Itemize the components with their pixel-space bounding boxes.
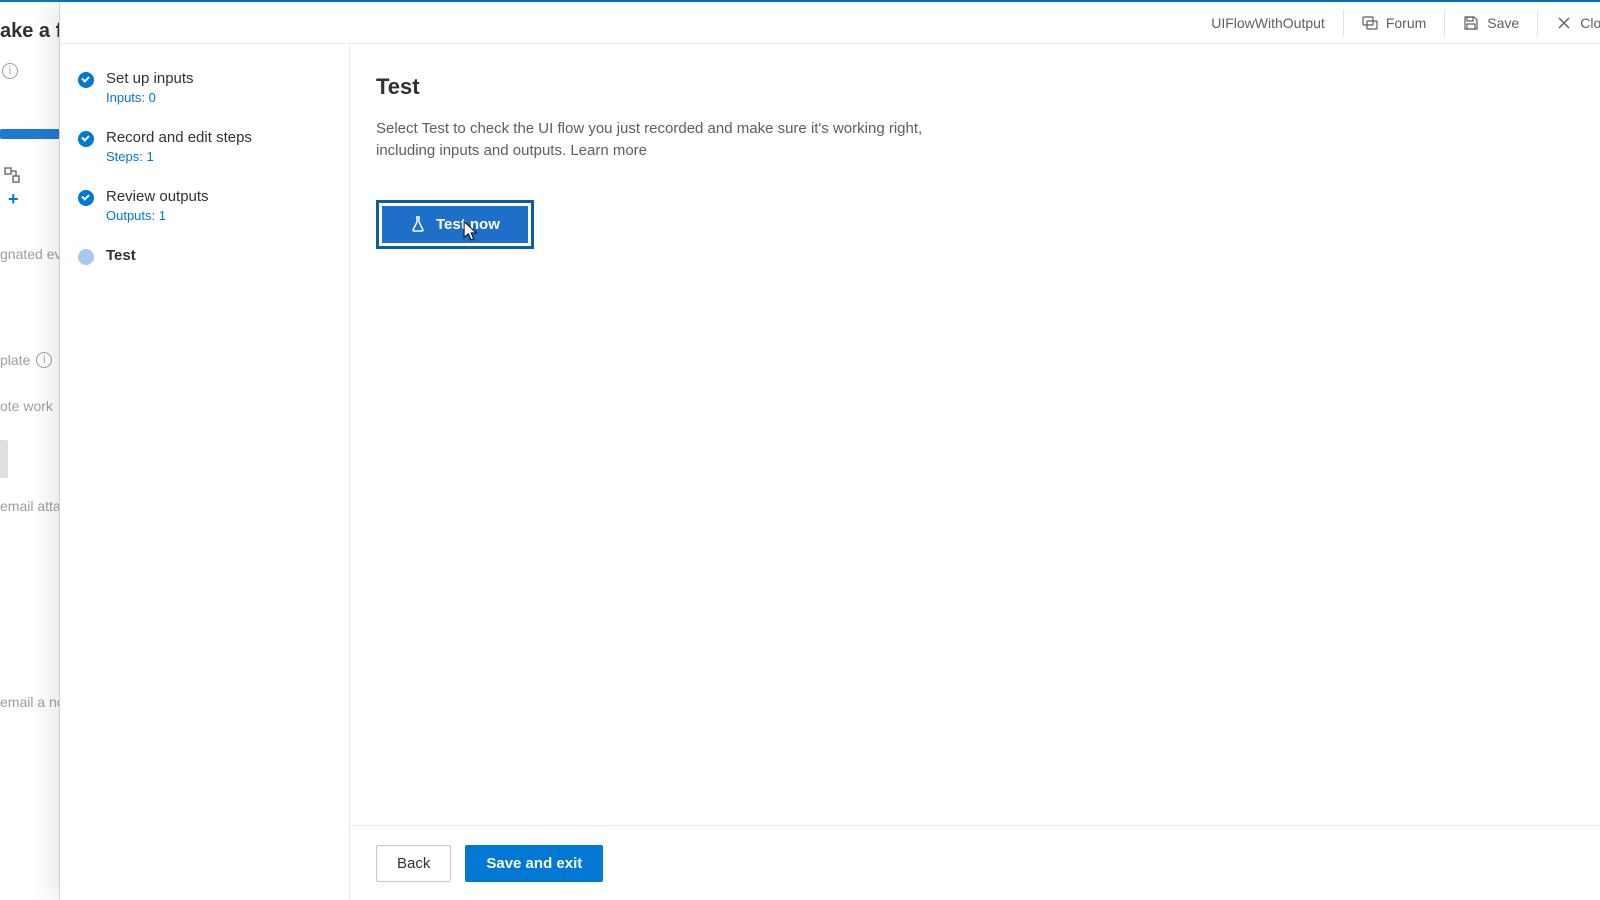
background-page-strip: ake a flo i + gnated even plate i ote wo… xyxy=(0,2,60,900)
forum-label: Forum xyxy=(1386,15,1426,31)
step-label: Record and edit steps xyxy=(106,129,252,146)
wizard-footer: Back Save and exit xyxy=(350,825,1600,900)
save-label: Save xyxy=(1487,15,1519,31)
forum-icon xyxy=(1362,15,1378,31)
bg-text-1: gnated even xyxy=(0,246,59,262)
wizard-steps-sidebar: Set up inputs Inputs: 0 Record and edit … xyxy=(60,44,350,900)
plus-icon: + xyxy=(0,189,59,210)
description-text: Select Test to check the UI flow you jus… xyxy=(376,120,922,159)
step-label: Review outputs xyxy=(106,188,209,205)
test-now-label: Test now xyxy=(436,216,500,233)
step-review-outputs[interactable]: Review outputs Outputs: 1 xyxy=(78,178,333,237)
step-record-and-edit[interactable]: Record and edit steps Steps: 1 xyxy=(78,119,333,178)
learn-more-link[interactable]: Learn more xyxy=(570,142,647,159)
bg-text-3: ote work xyxy=(0,398,59,414)
bg-text-2: plate xyxy=(0,352,30,368)
step-label: Test xyxy=(106,247,136,264)
page-description: Select Test to check the UI flow you jus… xyxy=(376,118,966,162)
step-complete-icon xyxy=(78,131,94,147)
save-and-exit-button[interactable]: Save and exit xyxy=(465,845,603,882)
close-button[interactable]: Close xyxy=(1538,15,1600,31)
close-label: Close xyxy=(1580,15,1600,31)
flow-name-label: UIFlowWithOutput xyxy=(1193,15,1343,31)
step-complete-icon xyxy=(78,72,94,88)
top-command-bar: UIFlowWithOutput Forum Save Close xyxy=(60,2,1600,44)
bg-title-fragment: ake a flo xyxy=(0,20,59,43)
step-subtext: Inputs: 0 xyxy=(106,90,194,105)
step-subtext: Steps: 1 xyxy=(106,149,252,164)
close-icon xyxy=(1556,15,1572,31)
flow-icon xyxy=(4,167,20,183)
info-icon: i xyxy=(36,352,52,368)
test-now-focus-ring: Test now xyxy=(376,200,534,249)
save-button[interactable]: Save xyxy=(1445,15,1537,31)
wizard-panel: UIFlowWithOutput Forum Save Close Set up… xyxy=(60,2,1600,900)
save-icon xyxy=(1463,15,1479,31)
step-set-up-inputs[interactable]: Set up inputs Inputs: 0 xyxy=(78,60,333,119)
bg-text-5: email a no xyxy=(0,694,59,710)
main-content: Test Select Test to check the UI flow yo… xyxy=(350,44,1600,825)
bg-grey-box xyxy=(0,440,8,478)
back-button[interactable]: Back xyxy=(376,845,451,882)
bg-blue-bar xyxy=(0,129,60,139)
bg-text-4: email attac xyxy=(0,498,59,514)
step-current-icon xyxy=(78,249,94,265)
step-label: Set up inputs xyxy=(106,70,194,87)
step-test[interactable]: Test xyxy=(78,237,333,279)
flask-icon xyxy=(410,216,426,232)
forum-button[interactable]: Forum xyxy=(1344,15,1444,31)
step-complete-icon xyxy=(78,190,94,206)
test-now-button[interactable]: Test now xyxy=(382,206,528,243)
info-icon: i xyxy=(2,63,18,79)
page-heading: Test xyxy=(376,74,1600,100)
step-subtext: Outputs: 1 xyxy=(106,208,209,223)
